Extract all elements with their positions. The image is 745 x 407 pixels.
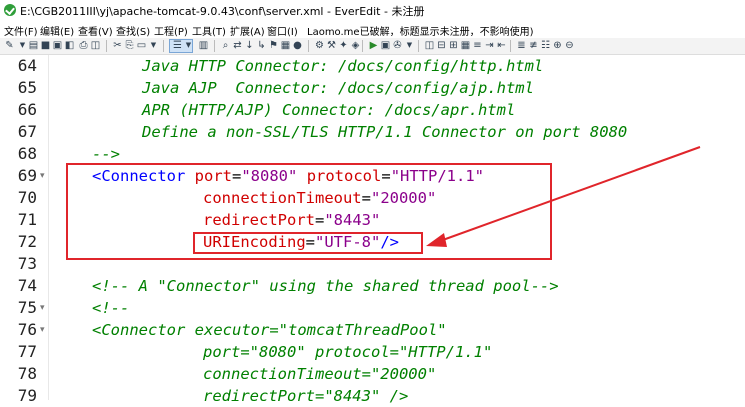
column-icon[interactable]: ▥ — [198, 40, 209, 51]
menu-edit[interactable]: 编辑(E) — [40, 23, 74, 38]
menu-file[interactable]: 文件(F) — [4, 23, 38, 38]
plugin-icon[interactable]: ✦ — [338, 40, 349, 51]
browser-icon[interactable]: ▣ — [380, 40, 391, 51]
find-icon[interactable]: ⌕ — [220, 40, 231, 51]
close-icon[interactable]: ◧ — [64, 40, 75, 51]
toolbar-separator — [418, 40, 419, 52]
fold-icon[interactable]: ⊟ — [436, 40, 447, 51]
macro-icon[interactable]: ▦ — [280, 40, 291, 51]
outdent-icon[interactable]: ⇤ — [496, 40, 507, 51]
wrench-icon[interactable]: ✇ — [392, 40, 403, 51]
toolbar: ✎ ▼ ▤ ■ ▣ ◧ ⎙ ◫ ✂ ⎘ ▭ ▼ ☰ ▼ ▥ ⌕ ⇄ ↓ ↳ ⚑ … — [0, 38, 745, 55]
menu-tools[interactable]: 工具(T) — [192, 23, 226, 38]
toolbar-separator — [362, 40, 363, 52]
run-icon[interactable]: ⚙ — [314, 40, 325, 51]
arrow-head — [426, 233, 447, 247]
menu-project[interactable]: 工程(P) — [154, 23, 188, 38]
menu-search[interactable]: 查找(S) — [116, 23, 150, 38]
record-icon[interactable]: ● — [292, 40, 303, 51]
tool-icon[interactable]: ⚒ — [326, 40, 337, 51]
bookmark-icon[interactable]: ⚑ — [268, 40, 279, 51]
save-icon[interactable]: ■ — [40, 40, 51, 51]
title-bar: E:\CGB2011III\yj\apache-tomcat-9.0.43\co… — [0, 0, 745, 21]
toolbar-separator — [214, 40, 215, 52]
toolbar-separator — [163, 40, 164, 52]
comment-icon[interactable]: ≣ — [516, 40, 527, 51]
align-icon[interactable]: ≡ — [472, 40, 483, 51]
preview-icon[interactable]: ◫ — [90, 40, 101, 51]
everedit-app-icon — [4, 4, 16, 16]
dropdown-icon[interactable]: ▼ — [404, 40, 415, 51]
unfold-icon[interactable]: ⊞ — [448, 40, 459, 51]
settings-icon[interactable]: ◈ — [350, 40, 361, 51]
menu-window[interactable]: 窗口(I) — [267, 23, 298, 38]
menu-extensions[interactable]: 扩展(A) — [230, 23, 265, 38]
zoom-in-icon[interactable]: ⊕ — [552, 40, 563, 51]
paste-icon[interactable]: ▭ — [136, 40, 147, 51]
grid-icon[interactable]: ▦ — [460, 40, 471, 51]
zoom-out-icon[interactable]: ⊖ — [564, 40, 575, 51]
cut-icon[interactable]: ✂ — [112, 40, 123, 51]
open-icon[interactable]: ▤ — [28, 40, 39, 51]
find-next-icon[interactable]: ↓ — [244, 40, 255, 51]
window-title: E:\CGB2011III\yj\apache-tomcat-9.0.43\co… — [20, 5, 425, 18]
print-icon[interactable]: ⎙ — [78, 40, 89, 51]
compare-icon[interactable]: ◫ — [424, 40, 435, 51]
play-icon[interactable]: ▶ — [368, 40, 379, 51]
save-all-icon[interactable]: ▣ — [52, 40, 63, 51]
dropdown-icon[interactable]: ▼ — [148, 40, 159, 51]
code-editor[interactable]: 64 65 66 67 68 69 ▾ 70 71 72 73 74 75 ▾ … — [0, 55, 745, 405]
replace-icon[interactable]: ⇄ — [232, 40, 243, 51]
copy-icon[interactable]: ⎘ — [124, 40, 135, 51]
toolbar-separator — [106, 40, 107, 52]
uncomment-icon[interactable]: ≢ — [528, 40, 539, 51]
menu-bar: 文件(F) 编辑(E) 查看(V) 查找(S) 工程(P) 工具(T) 扩展(A… — [0, 21, 745, 38]
new-file-icon[interactable]: ✎ — [4, 40, 15, 51]
menu-info: Laomo.me已破解，标题显示未注册，不影响使用) — [307, 27, 534, 38]
list-icon[interactable]: ☷ — [540, 40, 551, 51]
dropdown-icon[interactable]: ▼ — [183, 40, 194, 51]
goto-icon[interactable]: ↳ — [256, 40, 267, 51]
toolbar-separator — [510, 40, 511, 52]
indent-icon[interactable]: ⇥ — [484, 40, 495, 51]
arrow-line — [439, 146, 701, 242]
menu-view[interactable]: 查看(V) — [78, 23, 113, 38]
wrap-icon[interactable]: ☰ — [172, 40, 183, 51]
dropdown-icon[interactable]: ▼ — [17, 40, 28, 51]
annotation-arrow — [426, 146, 701, 247]
toolbar-separator — [308, 40, 309, 52]
